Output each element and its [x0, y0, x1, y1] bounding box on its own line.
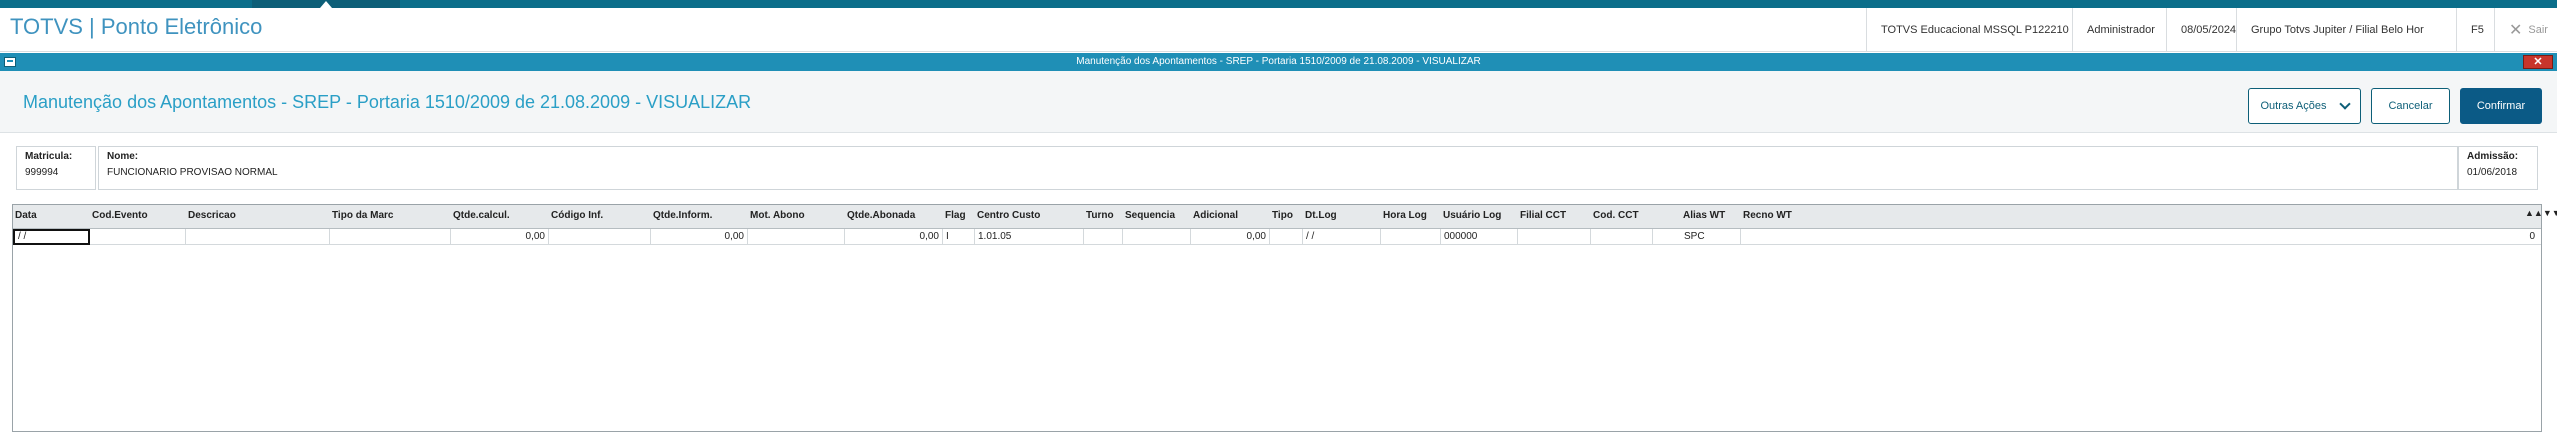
grid-cell-adicional[interactable]: 0,00	[1191, 229, 1270, 245]
column-header[interactable]: Código Inf.	[551, 210, 603, 221]
other-actions-label: Outras Ações	[2260, 100, 2327, 112]
grid-cell-usuario-log[interactable]: 000000	[1441, 229, 1518, 245]
column-header[interactable]: Data	[15, 210, 37, 221]
grid-cell-qtde-inform[interactable]: 0,00	[651, 229, 748, 245]
column-header[interactable]: Qtde.Inform.	[653, 210, 712, 221]
grid-cell-sequencia[interactable]	[1123, 229, 1191, 245]
grid-cell-turno[interactable]	[1084, 229, 1123, 245]
window-menu-icon[interactable]	[4, 57, 16, 67]
column-header[interactable]: Tipo	[1272, 210, 1293, 221]
grid-cell-cod-cct[interactable]	[1591, 229, 1653, 245]
column-header[interactable]: Sequencia	[1125, 210, 1175, 221]
matricula-field: Matricula: 999994	[16, 146, 96, 190]
column-header[interactable]: Qtde.calcul.	[453, 210, 510, 221]
grid-cell-tipo[interactable]	[1270, 229, 1303, 245]
chevron-down-icon	[2338, 98, 2351, 110]
dialog-window-title: Manutenção dos Apontamentos - SREP - Por…	[1076, 56, 1481, 67]
table-row[interactable]: / / 0,00 0,00 0,00 I 1.01.05 0,00 / / 00…	[13, 229, 2541, 245]
environment-info[interactable]: TOTVS Educacional MSSQL P122210	[1866, 8, 2083, 52]
matricula-label: Matricula:	[25, 151, 73, 162]
column-header[interactable]: Qtde.Abonada	[847, 210, 915, 221]
app-header: TOTVS | Ponto Eletrônico TOTVS Educacion…	[0, 8, 2557, 52]
grid-cell-data[interactable]: / /	[13, 229, 90, 245]
nome-field: Nome: FUNCIONARIO PROVISAO NORMAL	[98, 146, 2458, 190]
grid-cell-recno-wt[interactable]: 0	[1741, 229, 2538, 245]
apontamentos-grid[interactable]: Data Cod.Evento Descricao Tipo da Marc Q…	[12, 204, 2557, 432]
column-header[interactable]: Usuário Log	[1443, 210, 1501, 221]
exit-button[interactable]: ✕ Sair	[2494, 8, 2557, 52]
column-header[interactable]: Tipo da Marc	[332, 210, 394, 221]
column-header[interactable]: Filial CCT	[1520, 210, 1566, 221]
user-info[interactable]: Administrador	[2072, 8, 2169, 52]
confirm-button[interactable]: Confirmar	[2460, 88, 2542, 124]
dialog-title-bar: Manutenção dos Apontamentos - SREP - Por…	[0, 53, 2557, 71]
column-header[interactable]: Flag	[945, 210, 966, 221]
column-header[interactable]: Centro Custo	[977, 210, 1040, 221]
column-header[interactable]: Hora Log	[1383, 210, 1427, 221]
grid-cell-descricao[interactable]	[186, 229, 330, 245]
grid-cell-centro-custo[interactable]: 1.01.05	[975, 229, 1084, 245]
other-actions-button[interactable]: Outras Ações	[2248, 88, 2361, 124]
dialog-header: Manutenção dos Apontamentos - SREP - Por…	[0, 71, 2557, 133]
grid-cell-hora-log[interactable]	[1381, 229, 1441, 245]
column-header[interactable]: Cod.Evento	[92, 210, 148, 221]
grid-cell-qtde-abonada[interactable]: 0,00	[845, 229, 943, 245]
grid-scroll-arrows-icon[interactable]: ▲▲▼▼	[2525, 209, 2557, 218]
admissao-value: 01/06/2018	[2467, 167, 2518, 178]
close-icon: ✕	[2509, 22, 2523, 39]
company-info[interactable]: Grupo Totvs Jupiter / Filial Belo Hor	[2236, 8, 2438, 52]
nome-label: Nome:	[107, 151, 139, 162]
admissao-field: Admissão: 01/06/2018	[2458, 146, 2538, 190]
grid-cell-tipo-marc[interactable]	[330, 229, 451, 245]
column-header[interactable]: Dt.Log	[1305, 210, 1337, 221]
exit-label: Sair	[2528, 24, 2548, 36]
dialog-heading: Manutenção dos Apontamentos - SREP - Por…	[23, 92, 752, 112]
grid-cell-filial-cct[interactable]	[1518, 229, 1591, 245]
admissao-label: Admissão:	[2467, 151, 2519, 162]
grid-header: Data Cod.Evento Descricao Tipo da Marc Q…	[13, 205, 2557, 229]
matricula-value: 999994	[25, 167, 59, 178]
column-header[interactable]: Mot. Abono	[750, 210, 805, 221]
grid-cell-mot-abono[interactable]	[748, 229, 845, 245]
app-title: TOTVS | Ponto Eletrônico	[10, 14, 263, 39]
column-header[interactable]: Turno	[1086, 210, 1114, 221]
grid-cell-codigo-inf[interactable]	[549, 229, 651, 245]
nome-value: FUNCIONARIO PROVISAO NORMAL	[107, 167, 278, 178]
grid-cell-alias-wt[interactable]: SPC	[1681, 229, 1741, 245]
column-header[interactable]: Alias WT	[1683, 210, 1725, 221]
cancel-button[interactable]: Cancelar	[2371, 88, 2450, 124]
grid-cell-qtde-calcul[interactable]: 0,00	[451, 229, 549, 245]
column-header[interactable]: Recno WT	[1743, 210, 1792, 221]
dialog-close-button[interactable]: ✕	[2523, 55, 2553, 69]
column-header[interactable]: Descricao	[188, 210, 236, 221]
column-header[interactable]: Adicional	[1193, 210, 1238, 221]
f5-key[interactable]: F5	[2456, 8, 2498, 52]
grid-cell-cod-evento[interactable]	[90, 229, 186, 245]
close-icon: ✕	[2533, 56, 2543, 68]
tab-pointer-icon	[320, 1, 332, 8]
top-strip	[0, 0, 2557, 8]
grid-cell-dt-log[interactable]: / /	[1303, 229, 1381, 245]
grid-cell-flag[interactable]: I	[943, 229, 975, 245]
column-header[interactable]: Cod. CCT	[1593, 210, 1639, 221]
